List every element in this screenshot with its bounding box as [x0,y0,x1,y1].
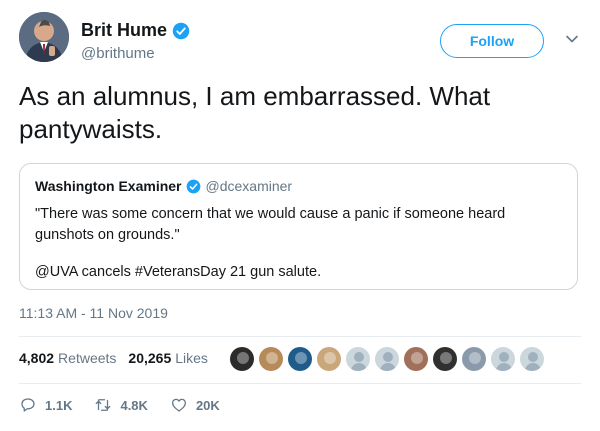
likes-count[interactable]: 20,265 [128,350,171,366]
reply-icon [21,398,35,412]
likes-label[interactable]: Likes [175,350,208,366]
tweet-timestamp[interactable]: 11:13 AM - 11 Nov 2019 [19,305,168,321]
verified-badge-icon [186,179,200,193]
liker-avatar[interactable] [374,346,400,372]
retweet-count: 4.8K [120,397,148,413]
retweets-label[interactable]: Retweets [58,350,116,366]
liker-avatar[interactable] [316,346,342,372]
divider [19,383,581,384]
tweet-actions: 1.1K 4.8K 20K [19,396,242,414]
liker-avatar[interactable] [403,346,429,372]
chevron-down-icon[interactable] [565,32,579,46]
heart-icon [171,398,186,412]
liker-avatars [229,346,548,372]
quoted-tweet[interactable]: Washington Examiner @dcexaminer "There w… [19,163,578,290]
retweets-count[interactable]: 4,802 [19,350,54,366]
liker-avatar[interactable] [229,346,255,372]
author-name[interactable]: Brit Hume [81,20,167,41]
tweet-stats: 4,802 Retweets 20,265 Likes [19,350,208,366]
divider [19,336,581,337]
quoted-tweet-text-line2: @UVA cancels #VeteransDay 21 gun salute. [35,264,322,280]
liker-avatar[interactable] [490,346,516,372]
like-button[interactable]: 20K [170,396,220,414]
tweet-header: Brit Hume @brithume Follow [19,12,581,68]
reply-count: 1.1K [45,397,73,413]
quoted-author-handle[interactable]: @dcexaminer [206,178,293,194]
liker-avatar[interactable] [519,346,545,372]
liker-avatar[interactable] [432,346,458,372]
follow-button[interactable]: Follow [440,24,544,58]
tweet-text: As an alumnus, I am embarrassed. What pa… [19,81,491,144]
verified-badge-icon [172,22,190,39]
author-handle[interactable]: @brithume [81,45,190,62]
retweet-icon [96,399,111,411]
reply-button[interactable]: 1.1K [19,396,72,414]
like-count: 20K [195,397,220,413]
quoted-author-name[interactable]: Washington Examiner [35,178,182,194]
liker-avatar[interactable] [345,346,371,372]
retweet-button[interactable]: 4.8K [94,396,148,414]
liker-avatar[interactable] [258,346,284,372]
liker-avatar[interactable] [461,346,487,372]
quoted-tweet-text: "There was some concern that we would ca… [35,206,506,243]
liker-avatar[interactable] [287,346,313,372]
author-avatar[interactable] [19,12,69,62]
